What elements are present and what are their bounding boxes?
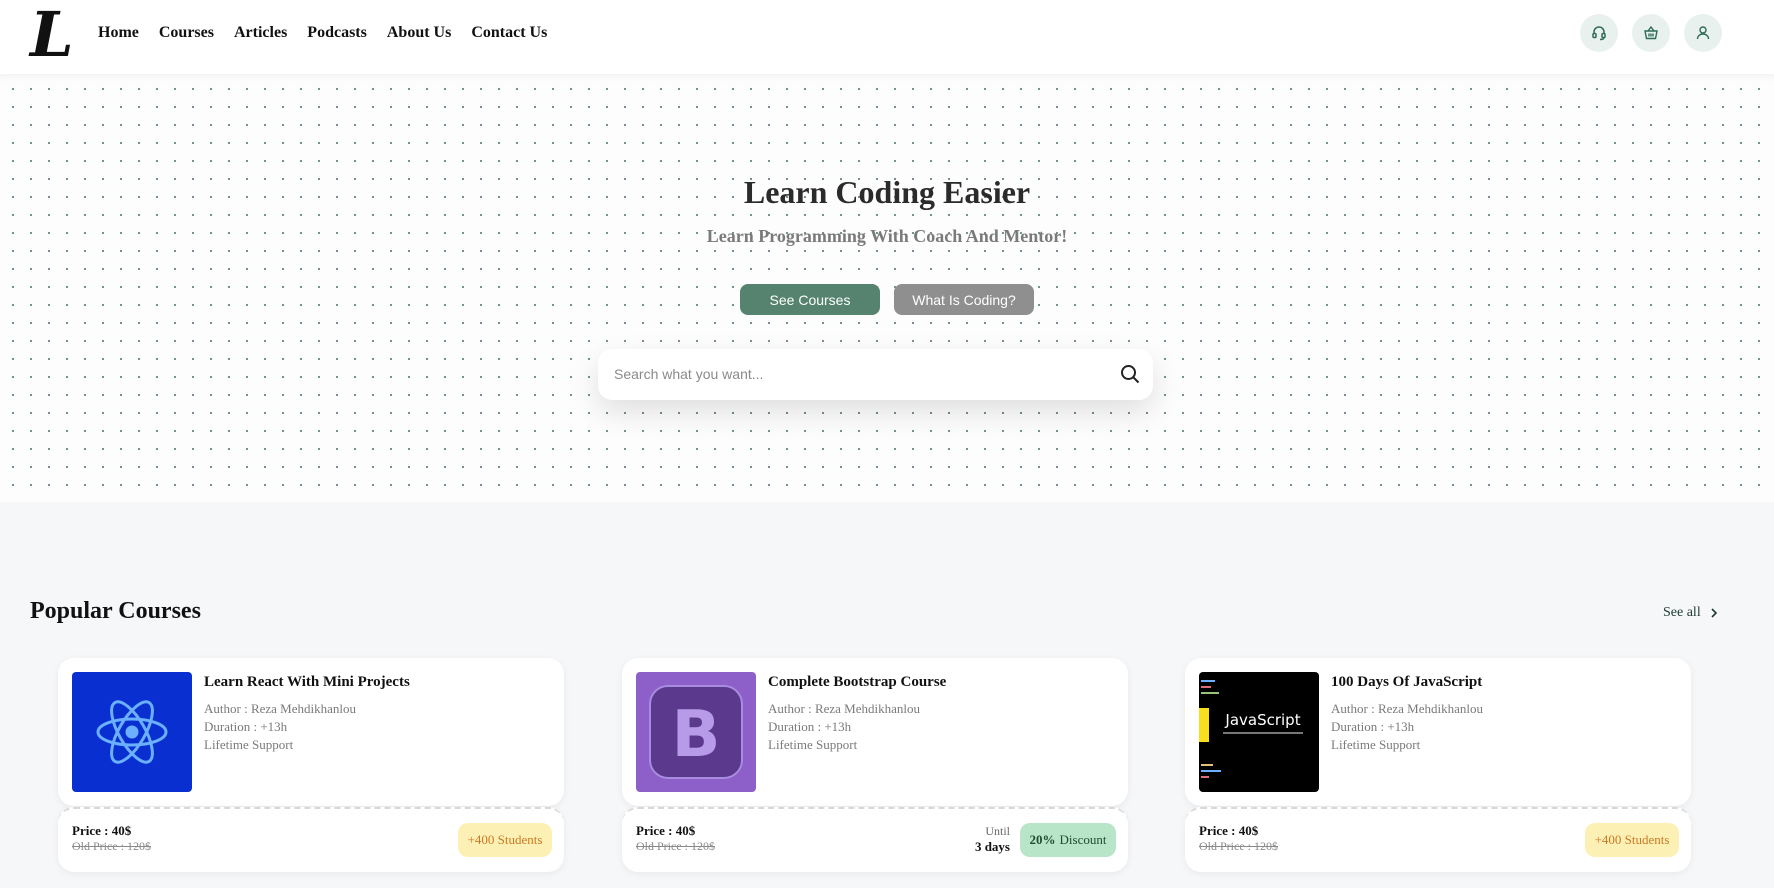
until-value: 3 days [974,839,1010,854]
discount-countdown: Until 3 days [975,823,1010,855]
nav-link-contact[interactable]: Contact Us [471,24,547,42]
search-box [598,349,1153,400]
course-thumbnail[interactable]: JavaScript [1199,672,1319,792]
course-duration: Duration : +13h [1331,719,1415,734]
svg-text:B: B [672,698,721,772]
course-card-info: Learn React With Mini Projects Author : … [58,658,564,806]
course-card-footer: Price : 40$ Old Price : 120$ Until 3 day… [622,807,1128,872]
course-title[interactable]: Complete Bootstrap Course [768,674,946,691]
course-author: Author : Reza Mehdikhanlou [1331,701,1483,716]
site-logo[interactable]: L [28,0,82,71]
course-card-footer: Price : 40$ Old Price : 120$ +400 Studen… [58,807,564,872]
nav-link-articles[interactable]: Articles [234,24,287,42]
what-is-coding-button[interactable]: What Is Coding? [894,284,1034,315]
hero-title: Learn Coding Easier [743,174,1031,210]
course-old-price: Old Price : 120$ [1199,839,1278,853]
hero-subtitle: Learn Programming With Coach And Mentor! [706,226,1068,246]
course-title[interactable]: 100 Days Of JavaScript [1331,674,1482,691]
course-thumbnail[interactable] [72,672,192,792]
section-title: Popular Courses [30,598,201,624]
until-label: Until [985,824,1010,838]
course-support: Lifetime Support [1331,737,1421,752]
course-card: Learn React With Mini Projects Author : … [58,658,564,872]
course-duration: Duration : +13h [768,719,852,734]
course-card: JavaScript 100 Days Of JavaScript Author… [1185,658,1691,872]
search-icon[interactable] [1119,363,1141,385]
svg-text:JavaScript: JavaScript [1224,711,1300,729]
nav-link-about[interactable]: About Us [387,24,451,42]
course-support: Lifetime Support [768,737,858,752]
course-old-price: Old Price : 120$ [636,839,715,853]
discount-badge: 20% Discount [1020,823,1116,857]
course-old-price: Old Price : 120$ [72,839,151,853]
course-price: Price : 40$ [72,823,132,838]
see-all-link[interactable]: See all [1663,605,1719,621]
nav-links: Home Courses Articles Podcasts About Us … [98,24,567,42]
react-icon [96,700,168,764]
course-thumbnail[interactable]: B [636,672,756,792]
navbar: L Home Courses Articles Podcasts About U… [0,0,1774,74]
students-badge: +400 Students [1585,823,1679,857]
course-title[interactable]: Learn React With Mini Projects [204,674,410,691]
nav-icons [1580,14,1722,52]
discount-label: Discount [1059,832,1107,847]
profile-button[interactable] [1684,14,1722,52]
course-author: Author : Reza Mehdikhanlou [204,701,356,716]
javascript-icon: JavaScript [1199,680,1303,778]
nav-link-courses[interactable]: Courses [159,24,214,42]
hero-section: Learn Coding Easier Learn Programming Wi… [0,74,1774,502]
basket-icon [1644,25,1658,40]
course-card-info: JavaScript 100 Days Of JavaScript Author… [1185,658,1691,806]
support-button[interactable] [1580,14,1618,52]
search-input[interactable] [614,361,1084,387]
chevron-right-icon [1711,608,1717,618]
svg-text:L: L [28,2,74,64]
basket-button[interactable] [1632,14,1670,52]
nav-link-podcasts[interactable]: Podcasts [307,24,367,42]
course-card-info: B Complete Bootstrap Course Author : Rez… [622,658,1128,806]
course-card: B Complete Bootstrap Course Author : Rez… [622,658,1128,872]
nav-link-home[interactable]: Home [98,24,139,42]
course-support: Lifetime Support [204,737,294,752]
hero-buttons: See Courses What Is Coding? [0,284,1774,315]
see-courses-button[interactable]: See Courses [740,284,880,315]
see-all-label: See all [1663,605,1701,620]
course-author: Author : Reza Mehdikhanlou [768,701,920,716]
course-duration: Duration : +13h [204,719,288,734]
user-icon [1696,26,1710,40]
course-price: Price : 40$ [1199,823,1259,838]
discount-value: 20% [1029,832,1056,847]
course-price: Price : 40$ [636,823,696,838]
students-badge: +400 Students [458,823,552,857]
bootstrap-icon: B [649,685,743,779]
course-card-footer: Price : 40$ Old Price : 120$ +400 Studen… [1185,807,1691,872]
headset-icon [1592,26,1606,41]
